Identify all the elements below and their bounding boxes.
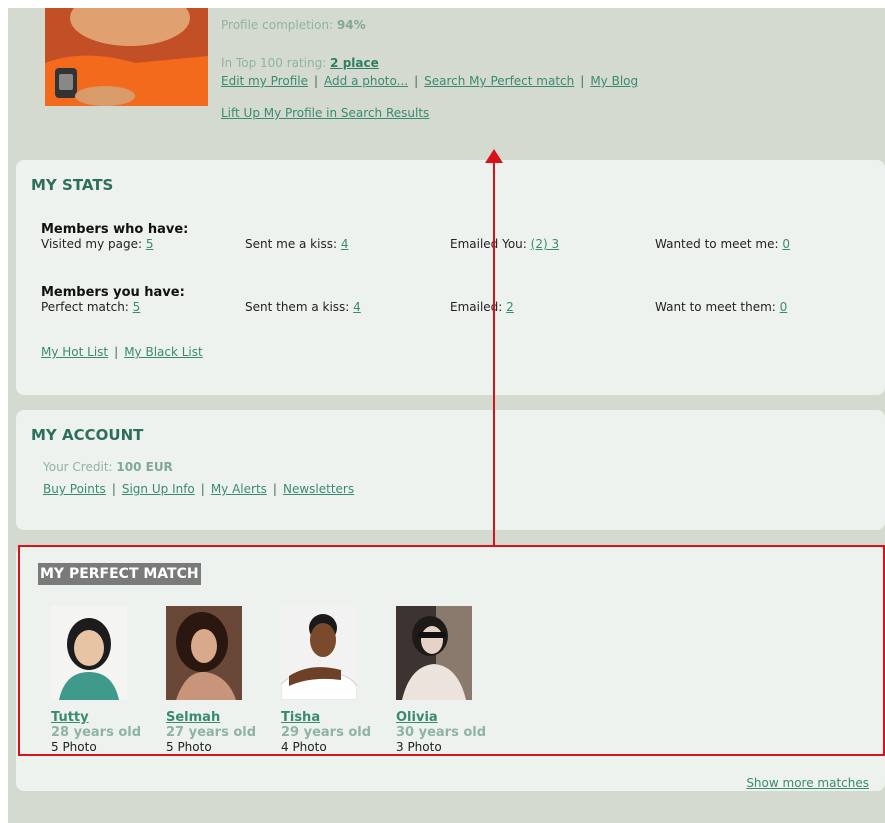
sign-up-info-link[interactable]: Sign Up Info	[122, 482, 195, 496]
match-photo[interactable]	[166, 606, 242, 700]
add-photo-link[interactable]: Add a photo...	[324, 74, 408, 88]
emailed-link[interactable]: 2	[506, 300, 514, 314]
members-you-have-block: Members you have: Perfect match: 5 Sent …	[41, 285, 841, 320]
profile-avatar[interactable]	[45, 8, 208, 106]
profile-links: Edit my Profile | Add a photo... | Search My…	[221, 74, 639, 88]
match-photo[interactable]	[396, 606, 472, 700]
profile-rating: In Top 100 rating: 2 place	[221, 54, 638, 72]
wanted-to-meet-me-link[interactable]: 0	[782, 237, 790, 251]
match-age: 28 years old	[51, 725, 142, 740]
lists-links: My Hot List | My Black List	[41, 345, 203, 359]
match-photo-count: 4 Photo	[281, 740, 327, 754]
match-age: 27 years old	[166, 725, 257, 740]
match-photo-count: 5 Photo	[51, 740, 97, 754]
my-account-title: MY ACCOUNT	[31, 426, 144, 444]
page-frame: Profile completion: 94% In Top 100 ratin…	[8, 8, 885, 823]
match-name-link[interactable]: Olivia	[396, 710, 511, 725]
profile-summary: Profile completion: 94% In Top 100 ratin…	[8, 8, 885, 158]
members-who-have-heading: Members who have:	[41, 222, 189, 237]
emailed-you-stat: Emailed You: (2) 3	[450, 237, 560, 251]
annotation-arrow-head-icon	[485, 149, 503, 163]
buy-points-link[interactable]: Buy Points	[43, 482, 106, 496]
sent-me-kiss-stat: Sent me a kiss: 4	[245, 237, 349, 251]
match-photo[interactable]	[51, 606, 127, 700]
want-to-meet-them-link[interactable]: 0	[780, 300, 788, 314]
newsletters-link[interactable]: Newsletters	[283, 482, 354, 496]
visited-my-page-link[interactable]: 5	[146, 237, 154, 251]
account-credit: Your Credit: 100 EUR	[43, 460, 173, 474]
profile-info: Profile completion: 94% In Top 100 ratin…	[221, 16, 638, 122]
lift-up-profile-link[interactable]: Lift Up My Profile in Search Results	[221, 106, 429, 120]
sent-them-kiss-stat: Sent them a kiss: 4	[245, 300, 361, 314]
match-age: 30 years old	[396, 725, 487, 740]
match-name-link[interactable]: Selmah	[166, 710, 281, 725]
account-links: Buy Points | Sign Up Info | My Alerts | Newsle…	[43, 482, 355, 496]
stats-row-sent: Perfect match: 5 Sent them a kiss: 4 Ema…	[41, 300, 841, 320]
my-account-panel: MY ACCOUNT Your Credit: 100 EUR Buy Poin…	[16, 410, 885, 530]
match-card: Tutty 28 years old 5 Photo	[51, 606, 166, 754]
my-stats-panel: MY STATS Members who have: Visited my pa…	[16, 160, 885, 395]
my-stats-title: MY STATS	[31, 176, 114, 194]
match-photo[interactable]	[281, 606, 357, 700]
members-who-have-block: Members who have: Visited my page: 5 Sen…	[41, 222, 841, 257]
edit-profile-link[interactable]: Edit my Profile	[221, 74, 308, 88]
perfect-match-link[interactable]: 5	[133, 300, 141, 314]
match-card: Tisha 29 years old 4 Photo	[281, 606, 396, 754]
visited-my-page-stat: Visited my page: 5	[41, 237, 154, 251]
annotation-arrow-line	[493, 160, 495, 547]
credit-value: 100 EUR	[116, 460, 173, 474]
my-blog-link[interactable]: My Blog	[590, 74, 638, 88]
sent-them-kiss-link[interactable]: 4	[353, 300, 361, 314]
rating-link[interactable]: 2 place	[330, 56, 379, 70]
stats-row-received: Visited my page: 5 Sent me a kiss: 4 Ema…	[41, 237, 841, 257]
match-photo-count: 5 Photo	[166, 740, 212, 754]
hot-list-link[interactable]: My Hot List	[41, 345, 108, 359]
profile-completion: Profile completion: 94%	[221, 16, 638, 34]
my-perfect-match-title: MY PERFECT MATCH	[38, 563, 201, 585]
rating-label: In Top 100 rating:	[221, 56, 327, 70]
emailed-stat: Emailed: 2	[450, 300, 514, 314]
want-to-meet-them-stat: Want to meet them: 0	[655, 300, 788, 314]
members-you-have-heading: Members you have:	[41, 285, 185, 300]
my-perfect-match-panel: MY PERFECT MATCH Tutty 28 years old 5 Ph…	[16, 546, 885, 791]
completion-value: 94%	[336, 18, 366, 32]
matches-list: Tutty 28 years old 5 Photo Selmah 27 yea…	[51, 606, 511, 754]
emailed-you-link[interactable]: (2) 3	[531, 237, 559, 251]
match-name-link[interactable]: Tutty	[51, 710, 166, 725]
search-perfect-match-link[interactable]: Search My Perfect match	[424, 74, 574, 88]
perfect-match-stat: Perfect match: 5	[41, 300, 141, 314]
sent-me-kiss-link[interactable]: 4	[341, 237, 349, 251]
my-alerts-link[interactable]: My Alerts	[211, 482, 267, 496]
black-list-link[interactable]: My Black List	[124, 345, 203, 359]
match-card: Olivia 30 years old 3 Photo	[396, 606, 511, 754]
match-name-link[interactable]: Tisha	[281, 710, 396, 725]
wanted-to-meet-me-stat: Wanted to meet me: 0	[655, 237, 790, 251]
match-card: Selmah 27 years old 5 Photo	[166, 606, 281, 754]
show-more-matches-link[interactable]: Show more matches	[746, 776, 869, 790]
match-age: 29 years old	[281, 725, 372, 740]
completion-label: Profile completion:	[221, 18, 334, 32]
match-photo-count: 3 Photo	[396, 740, 442, 754]
